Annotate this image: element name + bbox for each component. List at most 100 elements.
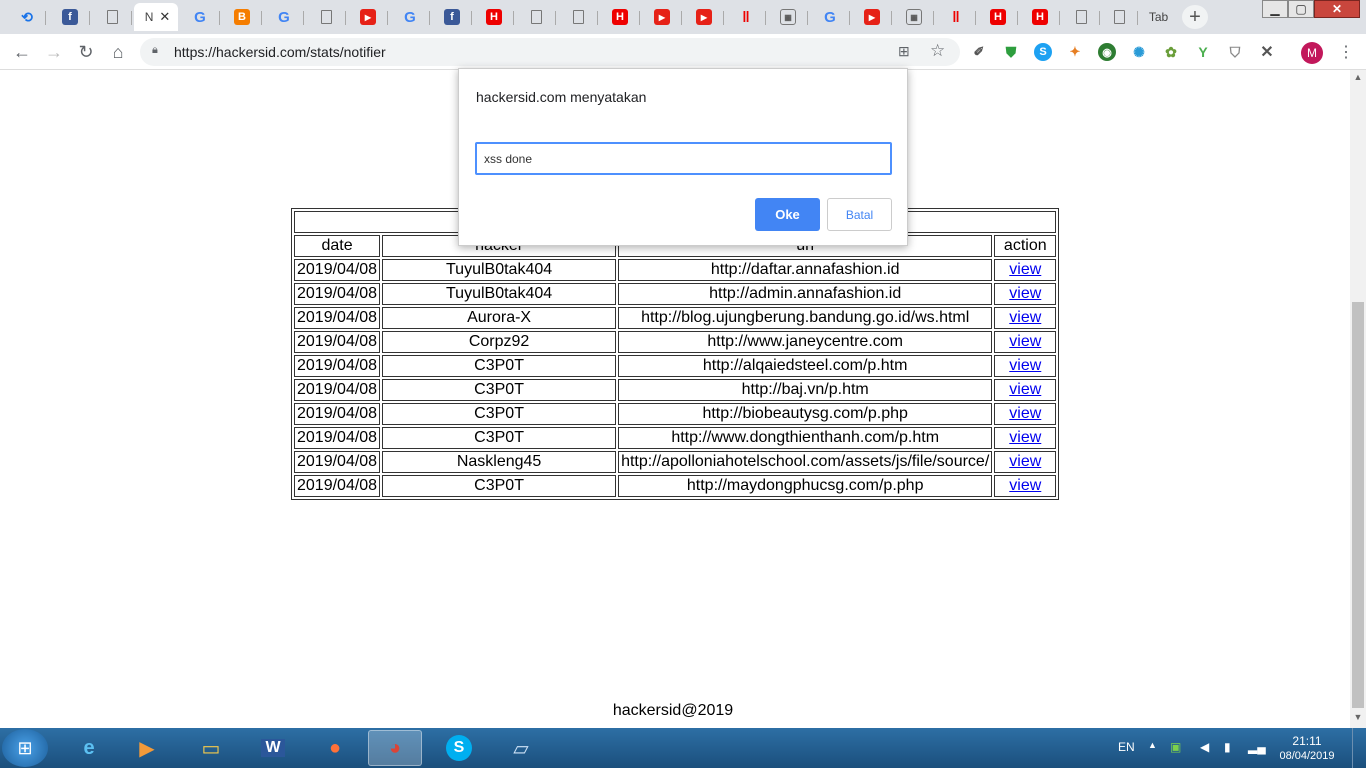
ok-button[interactable]: Oke [755, 198, 820, 231]
cell-action: view [994, 307, 1057, 329]
notepad-icon[interactable]: ▱ [494, 730, 548, 766]
view-link[interactable]: view [1009, 357, 1041, 374]
bookmark-star-icon[interactable]: ☆ [930, 41, 945, 61]
tab-facebook[interactable]: f [50, 3, 90, 31]
view-link[interactable]: view [1009, 261, 1041, 278]
media-player-icon[interactable]: ▶ [120, 730, 174, 766]
start-button[interactable]: ⊞ [2, 729, 48, 767]
home-button[interactable]: ⌂ [106, 40, 130, 64]
view-link[interactable]: view [1009, 333, 1041, 350]
url-text[interactable]: https://hackersid.com/stats/notifier [174, 44, 386, 60]
view-link[interactable]: view [1009, 309, 1041, 326]
tab-hackersid[interactable]: H [1020, 3, 1060, 31]
tab-google[interactable]: G [264, 3, 304, 31]
close-window-button[interactable]: ✕ [1314, 0, 1360, 18]
tab-page[interactable]: ▦ [894, 3, 934, 31]
fox-extension-icon[interactable]: ✦ [1066, 43, 1084, 61]
tab-history[interactable]: ⟲ [8, 3, 46, 31]
tab-blogger[interactable]: B [222, 3, 262, 31]
x-extension-icon[interactable]: ✕ [1258, 43, 1276, 61]
gear-extension-icon[interactable]: ✺ [1130, 43, 1148, 61]
tab-page[interactable] [306, 3, 346, 31]
plugin-extension-icon[interactable]: ✿ [1162, 43, 1180, 61]
scroll-up-arrow-icon[interactable]: ▲ [1350, 72, 1366, 86]
tab-youtube[interactable]: ▶ [852, 3, 892, 31]
power-icon[interactable]: ▮ [1224, 740, 1231, 754]
browser-tab-strip: ⟲ f N ✕ G B G ▶ G f H H ▶ ▶ ‖ ▦ G ▶ ▦ ‖ H… [0, 0, 1366, 34]
view-link[interactable]: view [1009, 285, 1041, 302]
tab-hackersid[interactable]: H [600, 3, 640, 31]
tab-google[interactable]: G [390, 3, 430, 31]
tab-facebook[interactable]: f [432, 3, 472, 31]
tab-hackersid[interactable]: H [474, 3, 514, 31]
tab-hackersid[interactable]: ‖ [726, 3, 766, 31]
language-indicator[interactable]: EN [1118, 740, 1135, 754]
tab-page[interactable] [516, 3, 556, 31]
dialog-input[interactable] [475, 142, 892, 175]
tab-youtube[interactable]: ▶ [348, 3, 388, 31]
maximize-button[interactable]: ▢ [1288, 0, 1314, 18]
footer-text: hackersid@2019 [612, 702, 734, 719]
profile-avatar[interactable]: M [1301, 42, 1323, 64]
header-date: date [294, 235, 381, 257]
cell-url: http://admin.annafashion.id [618, 283, 993, 305]
reload-button[interactable]: ↻ [74, 40, 98, 64]
forward-button[interactable]: → [42, 40, 66, 64]
tray-app-icon[interactable]: ▣ [1170, 740, 1181, 754]
google-icon: G [404, 8, 416, 26]
table-row: 2019/04/08 C3P0T http://baj.vn/p.htm view [294, 379, 1057, 401]
tab-page[interactable] [92, 3, 132, 31]
skype-icon[interactable]: S [432, 730, 486, 766]
file-explorer-icon[interactable]: ▭ [184, 730, 238, 766]
scroll-down-arrow-icon[interactable]: ▼ [1350, 712, 1366, 726]
view-link[interactable]: view [1009, 429, 1041, 446]
tab-active[interactable]: N ✕ [134, 3, 178, 31]
tab-page[interactable] [1062, 3, 1100, 31]
leaf-extension-icon[interactable]: Y [1194, 43, 1212, 61]
scroll-thumb[interactable] [1352, 302, 1364, 708]
tab-last[interactable]: Tab [1138, 3, 1176, 31]
cell-hacker: C3P0T [382, 427, 617, 449]
address-bar[interactable]: 🔒︎ https://hackersid.com/stats/notifier … [140, 38, 960, 66]
cell-hacker: Corpz92 [382, 331, 617, 353]
view-link[interactable]: view [1009, 381, 1041, 398]
volume-icon[interactable]: ◀ [1200, 740, 1209, 754]
close-tab-icon[interactable]: ✕ [159, 9, 170, 25]
page-scrollbar[interactable]: ▲ ▼ [1350, 70, 1366, 728]
taskbar: ⊞ e ▶ ▭ W ● ◕ S ▱ EN ▲ ▣ ◀ ▮ ▂▄ 21:11 08… [0, 728, 1366, 768]
tab-page[interactable] [1100, 3, 1138, 31]
tab-page[interactable] [558, 3, 598, 31]
clock-time[interactable]: 21:11 [1282, 734, 1332, 748]
show-desktop-button[interactable] [1352, 728, 1366, 768]
tab-youtube[interactable]: ▶ [684, 3, 724, 31]
extension-icon[interactable]: ✐ [970, 43, 988, 61]
privacy-extension-icon[interactable]: ⛉ [1226, 43, 1244, 61]
cancel-button[interactable]: Batal [827, 198, 892, 231]
globe-extension-icon[interactable]: ◉ [1098, 43, 1116, 61]
minimize-button[interactable]: ▁ [1262, 0, 1288, 18]
tab-google[interactable]: G [180, 3, 220, 31]
view-link[interactable]: view [1009, 405, 1041, 422]
tab-youtube[interactable]: ▶ [642, 3, 682, 31]
tab-hackersid[interactable]: ‖ [936, 3, 976, 31]
chrome-icon[interactable]: ◕ [368, 730, 422, 766]
table-row: 2019/04/08 Aurora-X http://blog.ujungberun… [294, 307, 1057, 329]
tray-expand-icon[interactable]: ▲ [1148, 740, 1157, 750]
back-button[interactable]: ← [10, 40, 34, 64]
translate-icon[interactable]: ⊞ [898, 43, 910, 60]
network-icon[interactable]: ▂▄ [1248, 740, 1266, 754]
word-icon[interactable]: W [246, 730, 300, 766]
cell-action: view [994, 427, 1057, 449]
clock-date[interactable]: 08/04/2019 [1278, 750, 1336, 762]
tab-hackersid[interactable]: H [978, 3, 1018, 31]
internet-explorer-icon[interactable]: e [62, 730, 116, 766]
new-tab-button[interactable]: + [1182, 5, 1208, 29]
firefox-icon[interactable]: ● [308, 730, 362, 766]
view-link[interactable]: view [1009, 477, 1041, 494]
menu-icon[interactable]: ⋮ [1338, 42, 1354, 62]
shield-extension-icon[interactable]: ⛊ [1002, 43, 1020, 61]
view-link[interactable]: view [1009, 453, 1041, 470]
tab-google[interactable]: G [810, 3, 850, 31]
tab-page[interactable]: ▦ [768, 3, 808, 31]
skype-extension-icon[interactable]: S [1034, 43, 1052, 61]
